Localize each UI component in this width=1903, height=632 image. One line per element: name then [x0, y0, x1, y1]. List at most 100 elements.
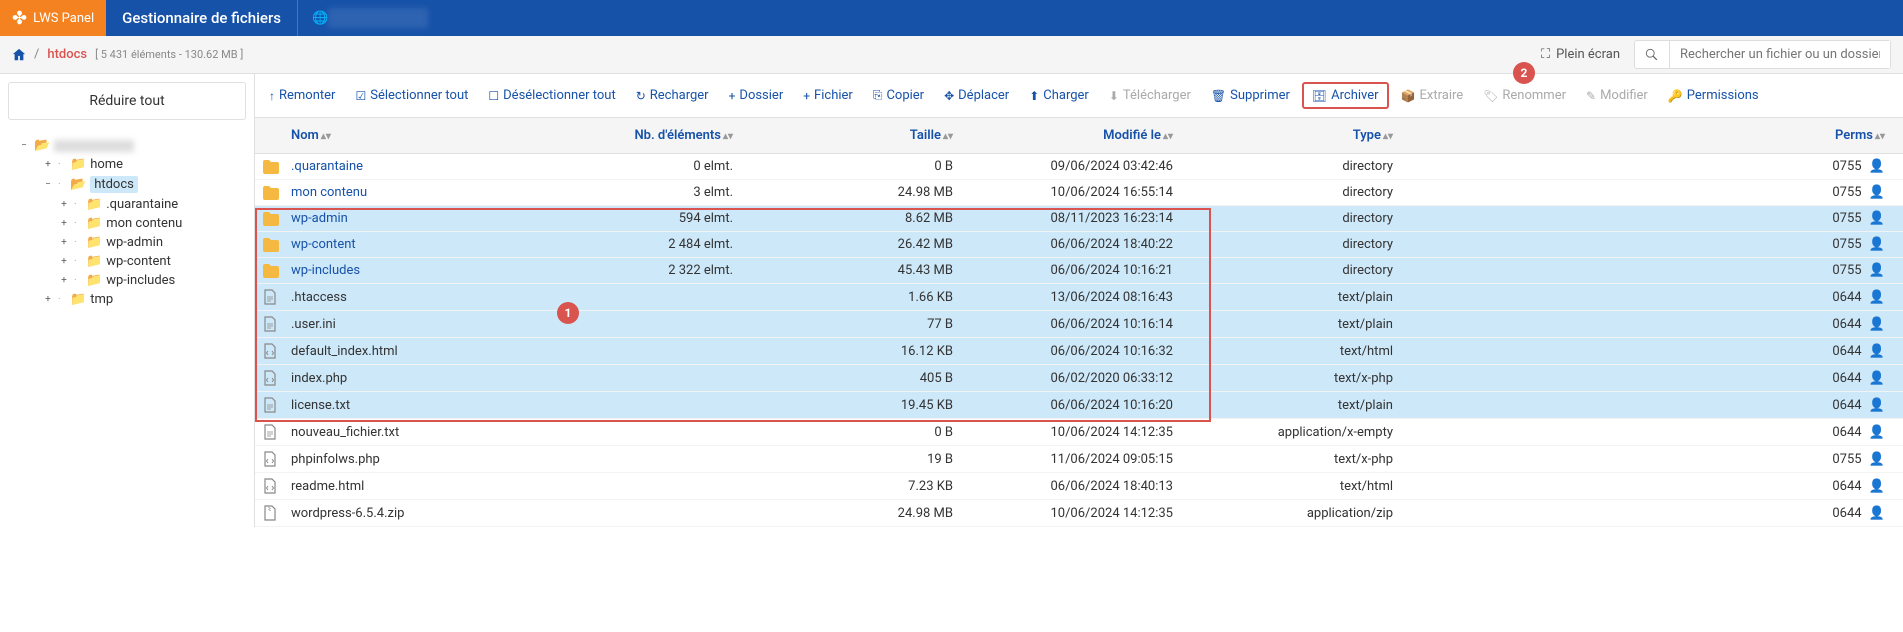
column-elements[interactable]: Nb. d'éléments▴▾	[523, 128, 733, 143]
cell-modified: 06/02/2020 06:33:12	[953, 371, 1173, 386]
file-name: wp-admin	[291, 211, 348, 226]
tree-node-wp-content[interactable]: + · 📁 wp-content	[18, 252, 246, 271]
new-folder-button[interactable]: +Dossier	[721, 82, 792, 109]
file-name: .user.ini	[291, 317, 336, 332]
cell-modified: 10/06/2024 14:12:35	[953, 425, 1173, 440]
tree-node-home[interactable]: + · 📁 home	[18, 155, 246, 174]
collapse-icon[interactable]: −	[42, 179, 54, 190]
edit-button[interactable]: ✎Modifier	[1578, 82, 1656, 109]
expand-icon[interactable]: +	[58, 275, 70, 286]
new-file-button[interactable]: +Fichier	[795, 82, 861, 109]
expand-icon[interactable]: +	[58, 218, 70, 229]
cell-modified: 06/06/2024 10:16:21	[953, 263, 1173, 278]
file-icon	[263, 370, 281, 386]
delete-button[interactable]: 🗑Supprimer	[1203, 82, 1298, 109]
cell-perms: 0755 👤	[1393, 185, 1895, 200]
column-perms[interactable]: Perms▴▾	[1393, 128, 1895, 143]
column-type[interactable]: Type▴▾	[1173, 128, 1393, 143]
tree-node-wp-includes[interactable]: + · 📁 wp-includes	[18, 271, 246, 290]
rename-button[interactable]: 🏷Renommer	[1475, 82, 1574, 109]
tree-node-htdocs[interactable]: − · 📂 htdocs	[18, 174, 246, 195]
cell-elements: 594 elmt.	[523, 211, 733, 226]
cell-perms: 0755 👤	[1393, 452, 1895, 467]
cell-modified: 13/06/2024 08:16:43	[953, 290, 1173, 305]
file-icon	[263, 343, 281, 359]
table-row[interactable]: mon contenu3 elmt.24.98 MB10/06/2024 16:…	[255, 180, 1903, 206]
cell-type: application/x-empty	[1173, 425, 1393, 440]
select-all-button[interactable]: ☑Sélectionner tout	[347, 82, 476, 109]
table-row[interactable]: wordpress-6.5.4.zip24.98 MB10/06/2024 14…	[255, 500, 1903, 527]
expand-icon[interactable]: +	[42, 294, 54, 305]
tree-node-wp-admin[interactable]: + · 📁 wp-admin	[18, 233, 246, 252]
column-modified[interactable]: Modifié le▴▾	[953, 128, 1173, 143]
file-name: wp-includes	[291, 263, 360, 278]
user-icon: 👤	[1869, 344, 1885, 359]
table-row[interactable]: .htaccess1.66 KB13/06/2024 08:16:43text/…	[255, 284, 1903, 311]
expand-icon[interactable]: +	[58, 256, 70, 267]
table-row[interactable]: wp-content2 484 elmt.26.42 MB06/06/2024 …	[255, 232, 1903, 258]
collapse-icon[interactable]: −	[18, 140, 30, 151]
upload-button[interactable]: ⬆Charger	[1021, 82, 1097, 109]
deselect-all-button[interactable]: ☐Désélectionner tout	[480, 82, 623, 109]
cell-modified: 06/06/2024 18:40:13	[953, 479, 1173, 494]
tree-node-tmp[interactable]: + · 📁 tmp	[18, 290, 246, 309]
extract-button[interactable]: 📦Extraire	[1393, 82, 1472, 109]
collapse-all-button[interactable]: Réduire tout	[8, 82, 246, 120]
cell-perms: 0644 👤	[1393, 344, 1895, 359]
download-button[interactable]: ⬇Télécharger	[1101, 82, 1199, 109]
table-row[interactable]: index.php405 B06/02/2020 06:33:12text/x-…	[255, 365, 1903, 392]
tree-node-mon-contenu[interactable]: + · 📁 mon contenu	[18, 214, 246, 233]
breadcrumb-current[interactable]: htdocs	[47, 47, 87, 62]
user-icon: 👤	[1869, 479, 1885, 494]
language-switcher[interactable]: 🌐	[297, 0, 442, 36]
search-icon[interactable]	[1635, 41, 1670, 68]
cell-size: 45.43 MB	[733, 263, 953, 278]
user-icon: 👤	[1869, 290, 1885, 305]
table-row[interactable]: wp-includes2 322 elmt.45.43 MB06/06/2024…	[255, 258, 1903, 284]
extract-icon: 📦	[1401, 89, 1416, 103]
folder-icon	[263, 160, 281, 174]
cell-modified: 09/06/2024 03:42:46	[953, 159, 1173, 174]
fullscreen-button[interactable]: ⛶ Plein écran	[1541, 47, 1620, 62]
table-row[interactable]: .user.ini77 B06/06/2024 10:16:14text/pla…	[255, 311, 1903, 338]
file-list: 1 .quarantaine0 elmt.0 B09/06/2024 03:42…	[255, 154, 1903, 527]
cell-elements: 2 484 elmt.	[523, 237, 733, 252]
table-row[interactable]: wp-admin594 elmt.8.62 MB08/11/2023 16:23…	[255, 206, 1903, 232]
table-row[interactable]: .quarantaine0 elmt.0 B09/06/2024 03:42:4…	[255, 154, 1903, 180]
reload-button[interactable]: ↻Recharger	[628, 82, 717, 109]
sidebar: Réduire tout − 📂 + · 📁 home − · 📂 htdocs…	[0, 74, 255, 527]
table-row[interactable]: readme.html7.23 KB06/06/2024 18:40:13tex…	[255, 473, 1903, 500]
cell-type: text/plain	[1173, 317, 1393, 332]
folder-icon: 📁	[86, 216, 102, 231]
expand-icon[interactable]: +	[58, 237, 70, 248]
user-icon: 👤	[1869, 159, 1885, 174]
table-row[interactable]: default_index.html16.12 KB06/06/2024 10:…	[255, 338, 1903, 365]
logo[interactable]: ✤ LWS Panel	[0, 0, 106, 36]
folder-icon	[263, 264, 281, 278]
folder-icon: 📁	[70, 292, 86, 307]
table-row[interactable]: nouveau_fichier.txt0 B10/06/2024 14:12:3…	[255, 419, 1903, 446]
user-icon: 👤	[1869, 263, 1885, 278]
table-row[interactable]: license.txt19.45 KB06/06/2024 10:16:20te…	[255, 392, 1903, 419]
copy-button[interactable]: ⎘Copier	[865, 82, 932, 109]
expand-icon[interactable]: +	[58, 199, 70, 210]
folder-open-icon: 📂	[34, 138, 50, 153]
file-icon	[263, 424, 281, 440]
cell-modified: 10/06/2024 16:55:14	[953, 185, 1173, 200]
search-input[interactable]	[1670, 41, 1890, 68]
tree-root[interactable]: − 📂	[18, 136, 246, 155]
table-row[interactable]: phpinfolws.php19 B11/06/2024 09:05:15tex…	[255, 446, 1903, 473]
cell-perms: 0644 👤	[1393, 506, 1895, 521]
up-button[interactable]: ↑Remonter	[261, 82, 343, 109]
column-size[interactable]: Taille▴▾	[733, 128, 953, 143]
move-button[interactable]: ✥Déplacer	[936, 82, 1017, 109]
expand-icon[interactable]: +	[42, 159, 54, 170]
user-icon: 👤	[1869, 398, 1885, 413]
archive-button[interactable]: 🗄Archiver	[1302, 82, 1389, 109]
home-icon[interactable]	[12, 47, 26, 62]
permissions-button[interactable]: 🔑Permissions	[1660, 82, 1767, 109]
tree-node-quarantaine[interactable]: + · 📁 .quarantaine	[18, 195, 246, 214]
cell-modified: 06/06/2024 10:16:20	[953, 398, 1173, 413]
cell-perms: 0644 👤	[1393, 479, 1895, 494]
column-name[interactable]: Nom▴▾	[263, 128, 523, 143]
